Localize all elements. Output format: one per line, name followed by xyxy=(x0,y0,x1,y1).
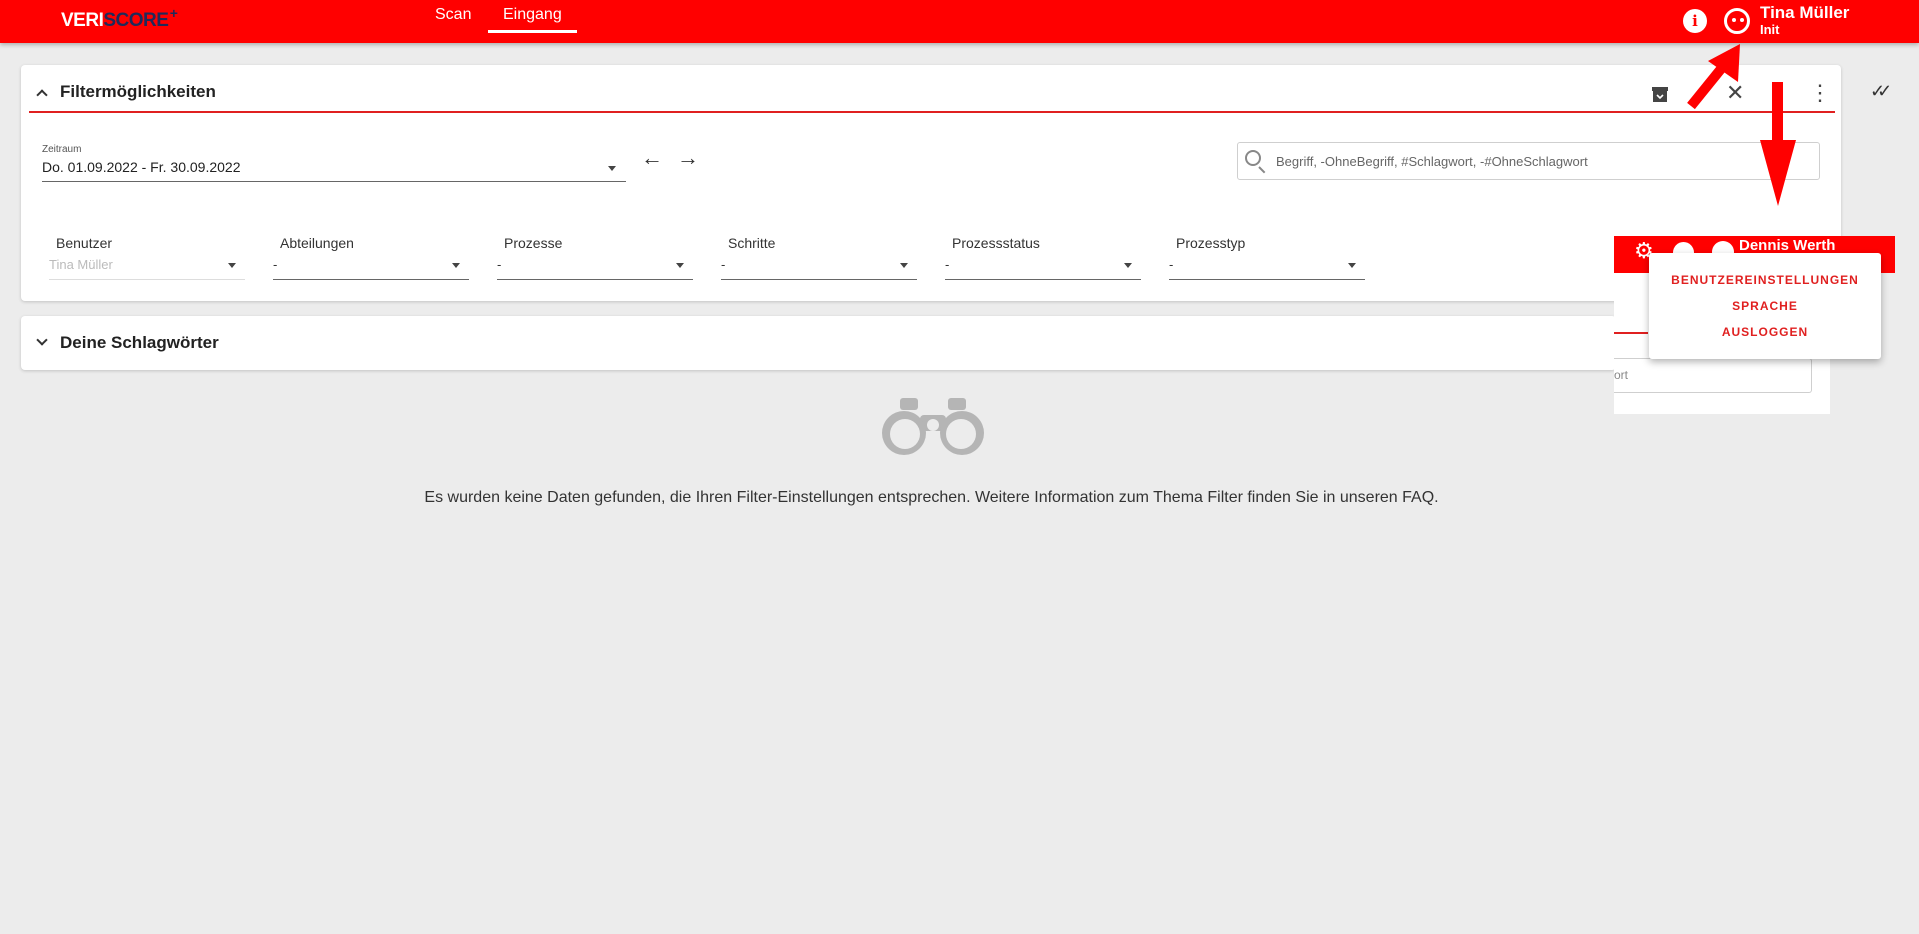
prozesstyp-underline xyxy=(1169,279,1365,280)
tags-panel: Deine Schlagwörter xyxy=(21,316,1616,370)
prozesstyp-label: Prozesstyp xyxy=(1176,235,1246,251)
chevron-down-icon[interactable] xyxy=(900,263,908,268)
close-icon[interactable]: ✕ xyxy=(1726,82,1744,104)
benutzer-label: Benutzer xyxy=(56,235,113,251)
menu-item-ausloggen[interactable]: AUSLOGGEN xyxy=(1649,325,1881,339)
chevron-down-icon[interactable] xyxy=(36,334,48,346)
filter-panel-title[interactable]: Filtermöglichkeiten xyxy=(60,82,216,102)
info-icon[interactable]: i xyxy=(1683,9,1707,33)
chevron-up-icon[interactable] xyxy=(36,89,48,101)
overlay-input-text: ort xyxy=(1614,368,1629,382)
prozessstatus-select[interactable]: - xyxy=(945,257,949,272)
arrow-left-icon[interactable]: ← xyxy=(641,147,663,169)
arrow-right-icon[interactable]: → xyxy=(677,147,699,169)
search-input[interactable]: Begriff, -OhneBegriff, #Schlagwort, -#Oh… xyxy=(1237,142,1820,180)
zeitraum-label: Zeitraum xyxy=(42,144,82,155)
filter-panel: Filtermöglichkeiten ✕ ⋮ Zeitraum Do. 01.… xyxy=(21,65,1841,301)
user-menu: BENUTZEREINSTELLUNGEN SPRACHE AUSLOGGEN xyxy=(1649,253,1881,359)
menu-item-benutzereinstellungen[interactable]: BENUTZEREINSTELLUNGEN xyxy=(1649,273,1881,287)
benutzer-underline xyxy=(49,279,245,280)
prozessstatus-label: Prozessstatus xyxy=(952,235,1040,251)
veriscore-logo[interactable]: VERISCORE + xyxy=(61,5,178,32)
chevron-down-icon[interactable] xyxy=(228,263,236,268)
chevron-down-icon[interactable] xyxy=(452,263,460,268)
empty-state-message: Es wurden keine Daten gefunden, die Ihre… xyxy=(424,489,1439,506)
schritte-underline xyxy=(721,279,917,280)
panel-divider xyxy=(29,111,1835,113)
double-check-icon[interactable]: ✓✓ xyxy=(1870,81,1892,102)
binoculars-icon xyxy=(882,398,984,455)
prozesse-select[interactable]: - xyxy=(497,257,501,272)
search-icon xyxy=(1245,150,1261,166)
prozesse-underline xyxy=(497,279,693,280)
tab-eingang[interactable]: Eingang xyxy=(488,5,577,33)
schritte-label: Schritte xyxy=(728,235,776,251)
overlay-search-input[interactable] xyxy=(1614,358,1812,393)
top-bar: VERISCORE + Scan Eingang i Tina Müller In… xyxy=(0,0,1919,43)
tags-panel-title[interactable]: Deine Schlagwörter xyxy=(60,333,219,353)
benutzer-select[interactable]: Tina Müller xyxy=(49,257,113,272)
abteilungen-underline xyxy=(273,279,469,280)
prozesstyp-select[interactable]: - xyxy=(1169,257,1173,272)
tab-scan[interactable]: Scan xyxy=(435,5,471,33)
avatar-icon[interactable] xyxy=(1724,8,1750,34)
abteilungen-select[interactable]: - xyxy=(273,257,277,272)
more-vert-icon[interactable]: ⋮ xyxy=(1809,82,1831,104)
abteilungen-label: Abteilungen xyxy=(280,235,354,251)
archive-icon[interactable] xyxy=(1651,85,1669,107)
search-placeholder: Begriff, -OhneBegriff, #Schlagwort, -#Oh… xyxy=(1276,154,1588,169)
overlay-user-name[interactable]: Dennis Werth xyxy=(1739,237,1835,254)
chevron-down-icon[interactable] xyxy=(1348,263,1356,268)
chevron-down-icon[interactable] xyxy=(676,263,684,268)
user-role: Init xyxy=(1760,22,1780,37)
schritte-select[interactable]: - xyxy=(721,257,725,272)
chevron-down-icon[interactable] xyxy=(608,166,616,171)
prozesse-label: Prozesse xyxy=(504,235,563,251)
user-name[interactable]: Tina Müller xyxy=(1760,3,1849,23)
menu-item-sprache[interactable]: SPRACHE xyxy=(1649,299,1881,313)
overlay-tab-underline xyxy=(1614,332,1648,334)
zeitraum-field[interactable]: Do. 01.09.2022 - Fr. 30.09.2022 xyxy=(42,159,240,175)
zeitraum-underline xyxy=(42,181,626,182)
chevron-down-icon[interactable] xyxy=(1124,263,1132,268)
prozessstatus-underline xyxy=(945,279,1141,280)
